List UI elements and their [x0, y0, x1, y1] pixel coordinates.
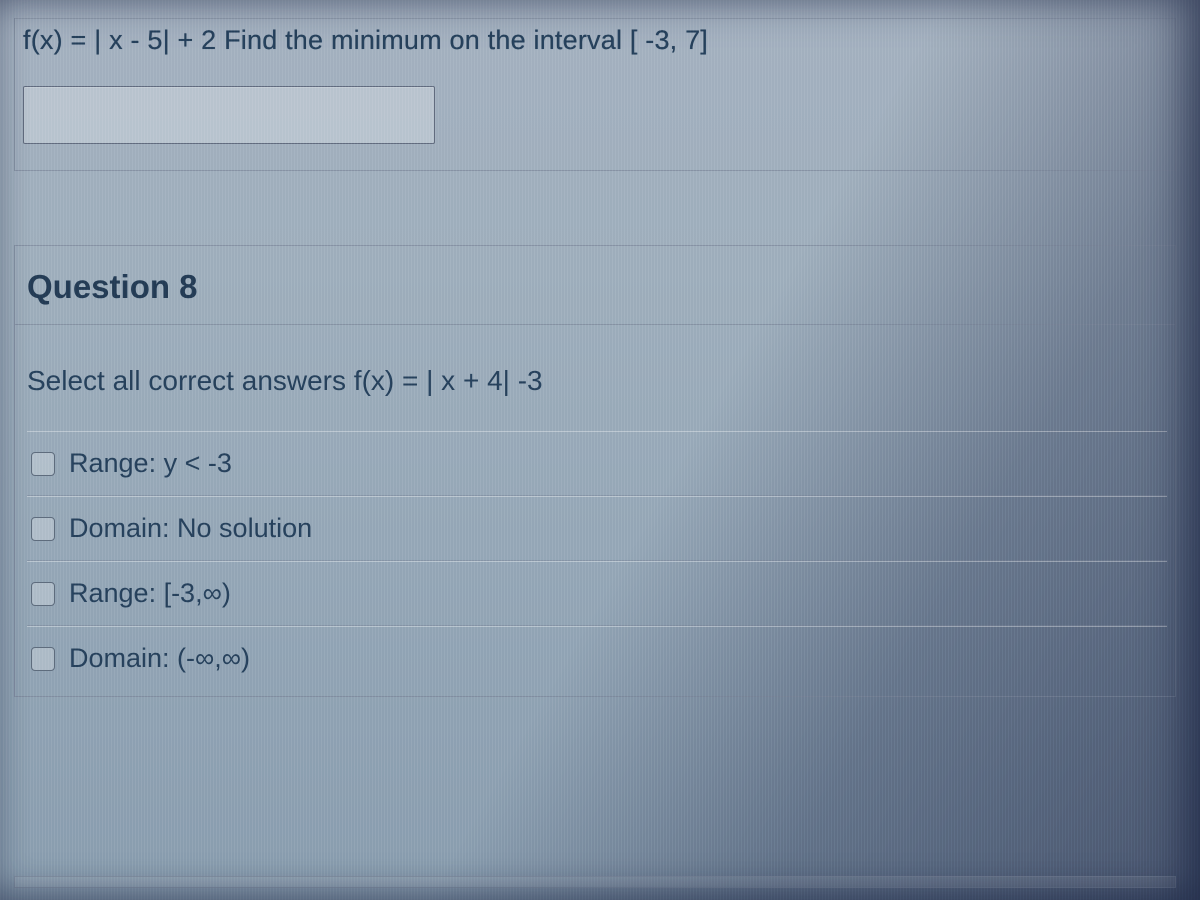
option-label: Range: y < -3 — [69, 448, 232, 479]
option-row[interactable]: Domain: No solution — [27, 496, 1167, 561]
question-8-header: Question 8 — [15, 245, 1175, 325]
question-7-body: f(x) = | x - 5| + 2 Find the minimum on … — [15, 18, 1175, 170]
question-7-answer-input[interactable] — [23, 86, 435, 144]
checkbox-icon[interactable] — [31, 582, 55, 606]
question-7-prompt: f(x) = | x - 5| + 2 Find the minimum on … — [23, 25, 1167, 56]
question-8-prompt: Select all correct answers f(x) = | x + … — [27, 365, 1167, 397]
option-row[interactable]: Range: y < -3 — [27, 431, 1167, 496]
question-8-block: Question 8 Select all correct answers f(… — [14, 245, 1176, 697]
option-label: Domain: (-∞,∞) — [69, 643, 250, 674]
option-row[interactable]: Domain: (-∞,∞) — [27, 626, 1167, 690]
bottom-scroll-track[interactable] — [14, 876, 1176, 888]
checkbox-icon[interactable] — [31, 517, 55, 541]
question-8-title: Question 8 — [27, 268, 198, 305]
option-label: Range: [-3,∞) — [69, 578, 231, 609]
question-7-block: f(x) = | x - 5| + 2 Find the minimum on … — [14, 18, 1176, 171]
option-row[interactable]: Range: [-3,∞) — [27, 561, 1167, 626]
checkbox-icon[interactable] — [31, 452, 55, 476]
question-8-body: Select all correct answers f(x) = | x + … — [15, 325, 1175, 696]
section-gap — [14, 171, 1176, 245]
checkbox-icon[interactable] — [31, 647, 55, 671]
option-label: Domain: No solution — [69, 513, 312, 544]
